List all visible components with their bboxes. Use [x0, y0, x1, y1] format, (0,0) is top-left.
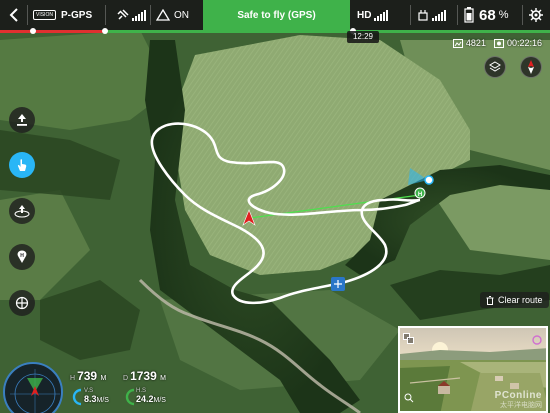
fullscreen-icon [532, 335, 542, 345]
vision-badge: VISION [33, 0, 56, 30]
camera-settings-button[interactable] [9, 290, 35, 316]
compass-button[interactable] [520, 56, 542, 78]
status-message: Safe to fly (GPS) [237, 9, 316, 21]
flight-mode[interactable]: P-GPS [61, 0, 92, 30]
zoom-icon [404, 393, 414, 403]
flight-mode-badge: VISION [33, 10, 56, 20]
compass-icon [528, 60, 534, 74]
obstacle-label: ON [174, 9, 189, 21]
remaining-shots: 4821 [452, 38, 486, 48]
horizontal-speed-readout: H.S 24.2M/S [136, 388, 166, 404]
watermark-subtitle: 太平洋电脑网 [500, 402, 542, 409]
home-point-marker [424, 175, 434, 185]
height-readout: H 739 M [70, 369, 107, 383]
touch-icon [17, 159, 27, 171]
battery-status[interactable]: 68 % [464, 0, 508, 30]
camera-icon [15, 296, 29, 310]
poi-button[interactable]: H [9, 244, 35, 270]
rc-signal-bars [432, 9, 446, 21]
back-icon [9, 8, 18, 22]
settings-button[interactable] [529, 0, 543, 30]
vs-gauge [72, 388, 82, 406]
top-status-bar: VISION P-GPS ON Safe to fly (GPS) HD 68 … [0, 0, 550, 30]
preview-mode-button[interactable] [532, 332, 542, 350]
return-home-button[interactable] [9, 198, 35, 224]
vertical-speed-readout: V.S 8.3M/S [84, 388, 109, 404]
remaining-shots-value: 4821 [465, 38, 486, 48]
camera-preview[interactable]: PConline 太平洋电脑网 [398, 326, 548, 413]
rc-signal[interactable] [417, 0, 446, 30]
hd-label: HD [357, 9, 372, 21]
battery-time-bar [0, 28, 550, 34]
satellite-icon [117, 9, 129, 20]
battery-unit: % [498, 9, 509, 21]
record-icon [493, 38, 504, 48]
swap-icon [403, 333, 414, 344]
trash-icon [486, 295, 494, 305]
back-button[interactable] [8, 0, 20, 30]
poi-marker[interactable] [331, 277, 345, 291]
distance-readout: D 1739 M [123, 369, 166, 383]
flight-time: 00:22:16 [493, 38, 542, 48]
hd-signal[interactable]: HD [357, 0, 389, 30]
battery-percent: 68 [479, 6, 496, 24]
home-h-marker: H [414, 187, 426, 199]
telemetry-panel: H 739 M D 1739 M V.S 8.3M/S H.S 24.2M/S [0, 352, 175, 413]
svg-text:H: H [20, 253, 24, 259]
dji-go-app: H VISION P-GPS ON Safe to fly (GPS) HD 6… [0, 0, 550, 413]
poi-icon: H [17, 250, 27, 263]
gps-status[interactable] [117, 0, 146, 30]
takeoff-icon [17, 114, 27, 126]
clock: 12:29 [347, 31, 379, 43]
takeoff-button[interactable] [9, 107, 35, 133]
photo-icon [452, 38, 463, 48]
clear-route-label: Clear route [498, 295, 543, 305]
obstacle-avoidance[interactable]: ON [156, 0, 189, 30]
camera-info: 4821 00:22:16 [452, 38, 542, 48]
gps-signal-bars [132, 9, 146, 21]
waypoint-icon [14, 205, 30, 218]
hd-signal-bars [374, 9, 389, 21]
zoom-button[interactable] [404, 390, 414, 408]
battery-icon [464, 7, 474, 23]
flight-status-banner[interactable]: Safe to fly (GPS) [203, 0, 350, 30]
clear-route-button[interactable]: Clear route [480, 292, 549, 308]
settings-icon [529, 8, 543, 22]
attitude-radar[interactable] [3, 362, 63, 413]
intelligent-flight-button[interactable] [9, 152, 35, 178]
svg-text:H: H [418, 192, 422, 198]
obstacle-icon [156, 9, 170, 21]
swap-view-button[interactable] [403, 331, 414, 349]
flight-time-value: 00:22:16 [506, 38, 542, 48]
signal-icon [418, 10, 428, 21]
layers-icon [489, 61, 501, 72]
map-layers-button[interactable] [484, 56, 506, 78]
